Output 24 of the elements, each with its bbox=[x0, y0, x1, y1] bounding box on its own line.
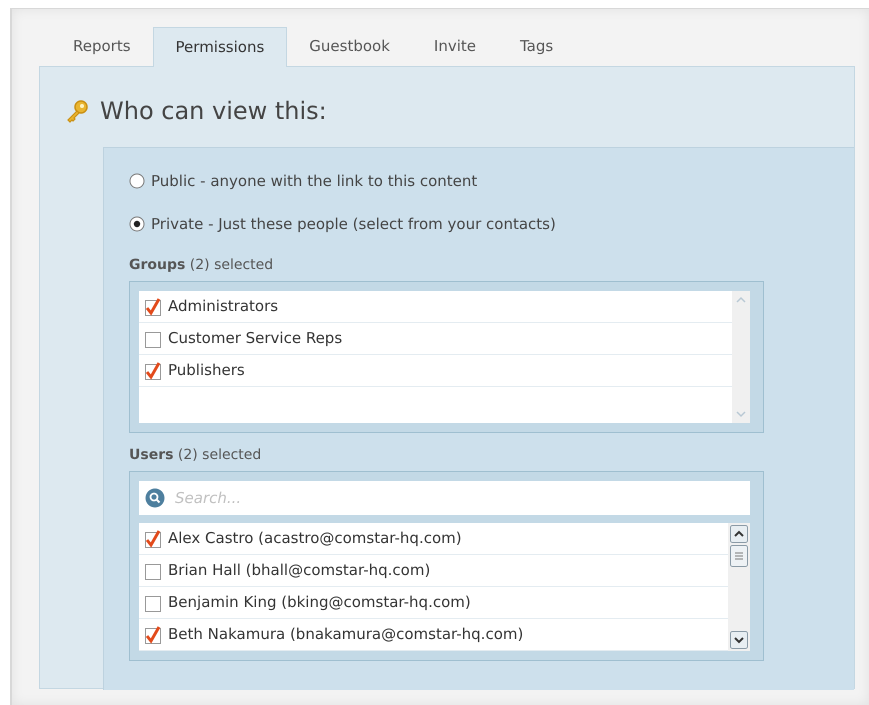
tab[interactable]: Guestbook bbox=[287, 26, 412, 66]
tab[interactable]: Reports bbox=[51, 26, 153, 66]
checkbox[interactable] bbox=[145, 626, 161, 644]
users-label: Users (2) selected bbox=[129, 446, 262, 465]
checkbox[interactable] bbox=[145, 362, 161, 380]
radio-label: Private - Just these people (select from your contacts) bbox=[151, 214, 556, 234]
scrollbar[interactable] bbox=[728, 523, 750, 651]
checkbox[interactable] bbox=[145, 594, 161, 612]
scroll-down-icon[interactable] bbox=[730, 631, 748, 649]
radio-button[interactable] bbox=[129, 173, 145, 190]
search-field[interactable]: Search... bbox=[139, 481, 750, 515]
groups-label: Groups (2) selected bbox=[129, 256, 274, 275]
radio-button[interactable] bbox=[129, 216, 145, 232]
tab[interactable]: Permissions bbox=[152, 27, 288, 67]
scroll-up-icon[interactable] bbox=[730, 525, 748, 543]
checkbox[interactable] bbox=[145, 530, 161, 548]
scroll-thumb-icon[interactable] bbox=[730, 545, 748, 567]
checkbox[interactable] bbox=[145, 562, 161, 580]
section-heading: Who can view this: bbox=[100, 96, 327, 127]
checkbox[interactable] bbox=[145, 298, 161, 316]
tab[interactable]: Tags bbox=[498, 26, 576, 66]
checkbox[interactable] bbox=[145, 330, 161, 348]
tab[interactable]: Invite bbox=[412, 26, 498, 66]
radio-label: Public - anyone with the link to this content bbox=[151, 171, 478, 192]
